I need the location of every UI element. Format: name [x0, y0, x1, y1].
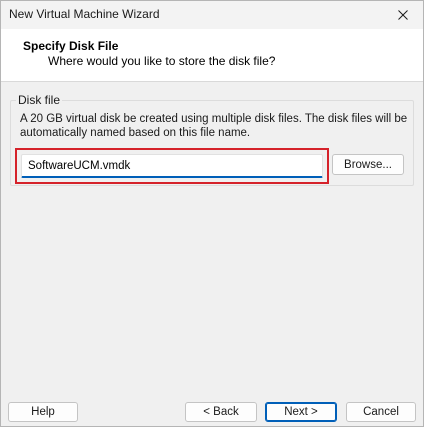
wizard-header: Specify Disk File Where would you like t… — [1, 29, 423, 82]
disk-file-name-input[interactable] — [21, 154, 323, 178]
page-title: Specify Disk File — [23, 39, 119, 53]
title-bar: New Virtual Machine Wizard — [1, 1, 423, 29]
next-button[interactable]: Next > — [265, 402, 337, 422]
help-button[interactable]: Help — [8, 402, 78, 422]
disk-file-description: A 20 GB virtual disk be created using mu… — [20, 113, 408, 139]
window-title: New Virtual Machine Wizard — [9, 7, 160, 21]
cancel-button[interactable]: Cancel — [346, 402, 416, 422]
back-button[interactable]: < Back — [185, 402, 257, 422]
browse-button[interactable]: Browse... — [332, 154, 404, 175]
close-icon — [398, 10, 408, 20]
wizard-window: New Virtual Machine Wizard Specify Disk … — [0, 0, 424, 427]
close-button[interactable] — [383, 1, 423, 29]
highlight-box — [15, 148, 329, 184]
page-subtitle: Where would you like to store the disk f… — [48, 54, 276, 68]
disk-file-group-label: Disk file — [16, 93, 63, 107]
